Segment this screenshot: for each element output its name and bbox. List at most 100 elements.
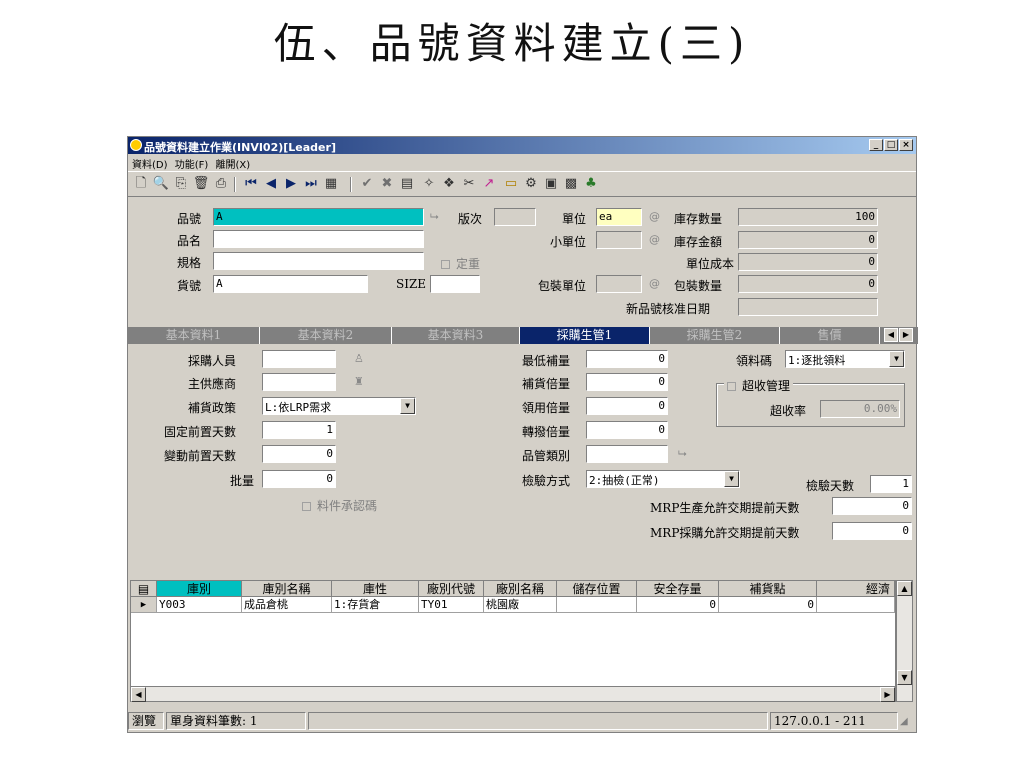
tab-purchase-1[interactable]: 採購生管1 xyxy=(520,327,650,344)
column-header[interactable]: 補貨點 xyxy=(719,581,817,597)
fixed-weight-checkbox[interactable]: 定重 xyxy=(441,255,480,272)
var-lead-field[interactable]: 0 xyxy=(262,445,336,463)
small-unit-lookup-icon[interactable]: @ xyxy=(649,233,660,246)
scroll-up-icon[interactable]: ▲ xyxy=(897,581,912,596)
link-icon[interactable]: ❖ xyxy=(440,175,458,193)
mrp-prod-field[interactable]: 0 xyxy=(832,497,912,515)
new-icon[interactable]: 🗋 xyxy=(132,175,150,193)
scroll-down-icon[interactable]: ▼ xyxy=(897,670,912,685)
unit-field[interactable]: ea xyxy=(596,208,642,226)
table-cell[interactable]: 0 xyxy=(719,597,817,613)
scroll-right-icon[interactable]: ▶ xyxy=(880,687,895,702)
tab-basic-1[interactable]: 基本資料1 xyxy=(128,327,260,344)
transfer-multiple-field[interactable]: 0 xyxy=(586,421,668,439)
column-header[interactable]: 安全存量 xyxy=(637,581,719,597)
minimize-button[interactable]: _ xyxy=(869,139,883,151)
unit-lookup-icon[interactable]: @ xyxy=(649,210,660,223)
column-header[interactable]: 儲存位置 xyxy=(557,581,637,597)
user-icon[interactable]: ♣ xyxy=(582,175,600,193)
copy-icon[interactable]: ⎘ xyxy=(172,175,190,193)
cargo-no-field[interactable]: A xyxy=(213,275,368,293)
column-header[interactable]: 庫別 xyxy=(157,581,242,597)
table-cell[interactable]: Y003 xyxy=(157,597,242,613)
qc-category-field[interactable] xyxy=(586,445,668,463)
replenish-multiple-field[interactable]: 0 xyxy=(586,373,668,391)
settings-icon[interactable]: ⚙ xyxy=(522,175,540,193)
material-cert-checkbox[interactable]: 料件承認碼 xyxy=(302,497,377,514)
scissors-icon[interactable]: ✂ xyxy=(460,175,478,193)
inspection-method-select[interactable]: 2:抽檢(正常) ▼ xyxy=(586,470,740,488)
resize-grip-icon[interactable]: ◢ xyxy=(900,716,908,727)
column-header[interactable]: 庫性 xyxy=(332,581,419,597)
table-cell[interactable]: 成品倉桃 xyxy=(242,597,332,613)
chevron-down-icon[interactable]: ▼ xyxy=(400,398,415,414)
spec-field[interactable] xyxy=(213,252,424,270)
over-receive-checkbox[interactable]: 超收管理 xyxy=(724,377,794,394)
attachment-icon[interactable]: ▤ xyxy=(398,175,416,193)
report-icon[interactable]: ▣ xyxy=(542,175,560,193)
row-indicator-icon[interactable]: ▶ xyxy=(131,597,157,613)
menu-function[interactable]: 功能(F) xyxy=(175,154,209,171)
maximize-button[interactable]: □ xyxy=(884,139,898,151)
delete-icon[interactable]: 🗑 xyxy=(192,175,210,193)
scroll-left-icon[interactable]: ◀ xyxy=(131,687,146,702)
column-header[interactable]: 庫別名稱 xyxy=(242,581,332,597)
grid-corner-icon[interactable]: ▤ xyxy=(131,581,157,597)
chevron-down-icon[interactable]: ▼ xyxy=(889,351,904,367)
item-no-field[interactable]: A xyxy=(213,208,424,226)
column-header[interactable]: 廠別名稱 xyxy=(484,581,557,597)
query-icon[interactable]: 🔍 xyxy=(152,175,170,193)
menu-data[interactable]: 資料(D) xyxy=(132,154,168,171)
export-icon[interactable]: ▩ xyxy=(562,175,580,193)
size-field[interactable] xyxy=(430,275,480,293)
tab-purchase-2[interactable]: 採購生管2 xyxy=(650,327,780,344)
tab-scroll-right[interactable]: ▶ xyxy=(899,328,913,342)
item-name-field[interactable] xyxy=(213,230,424,248)
lookup-icon[interactable]: ⮡ xyxy=(430,210,439,224)
tab-scroll-left[interactable]: ◀ xyxy=(884,328,898,342)
table-cell[interactable]: 桃園廠 xyxy=(484,597,557,613)
table-cell[interactable] xyxy=(817,597,895,613)
menu-exit[interactable]: 離開(X) xyxy=(215,154,250,171)
supplier-icon[interactable]: ♜ xyxy=(354,375,364,388)
horizontal-scrollbar[interactable]: ◀ ▶ xyxy=(130,686,896,702)
close-button[interactable]: × xyxy=(899,139,913,151)
buyer-field[interactable] xyxy=(262,350,336,368)
vertical-scrollbar[interactable]: ▲ ▼ xyxy=(896,580,913,702)
tab-basic-3[interactable]: 基本資料3 xyxy=(392,327,520,344)
table-cell[interactable] xyxy=(557,597,637,613)
batch-field[interactable]: 0 xyxy=(262,470,336,488)
tools-icon[interactable]: ✧ xyxy=(420,175,438,193)
tab-price[interactable]: 售價 xyxy=(780,327,880,344)
issue-code-select[interactable]: 1:逐批領料 ▼ xyxy=(785,350,905,368)
fixed-lead-field[interactable]: 1 xyxy=(262,421,336,439)
table-cell[interactable]: 1:存貨倉 xyxy=(332,597,419,613)
tab-basic-2[interactable]: 基本資料2 xyxy=(260,327,392,344)
main-supplier-field[interactable] xyxy=(262,373,336,391)
table-cell[interactable]: TY01 xyxy=(419,597,484,613)
folder-icon[interactable]: ▭ xyxy=(502,175,520,193)
mrp-purch-field[interactable]: 0 xyxy=(832,522,912,540)
last-record-icon[interactable]: ⏭ xyxy=(302,175,320,193)
inspection-days-field[interactable]: 1 xyxy=(870,475,912,493)
confirm-icon[interactable]: ✔ xyxy=(358,175,376,193)
pack-unit-label: 包裝單位 xyxy=(538,279,587,293)
browse-icon[interactable]: ▦ xyxy=(322,175,340,193)
first-record-icon[interactable]: ⏮ xyxy=(242,175,260,193)
chevron-down-icon[interactable]: ▼ xyxy=(724,471,739,487)
column-header[interactable]: 經濟 xyxy=(817,581,895,597)
spec-label: 規格 xyxy=(177,256,202,270)
prev-record-icon[interactable]: ◀ xyxy=(262,175,280,193)
cancel-icon[interactable]: ✖ xyxy=(378,175,396,193)
min-replenish-field[interactable]: 0 xyxy=(586,350,668,368)
lookup-icon[interactable]: ⮡ xyxy=(678,447,687,461)
issue-multiple-field[interactable]: 0 xyxy=(586,397,668,415)
table-cell[interactable]: 0 xyxy=(637,597,719,613)
next-record-icon[interactable]: ▶ xyxy=(282,175,300,193)
person-icon[interactable]: ♙ xyxy=(354,352,364,365)
replenish-policy-select[interactable]: L:依LRP需求 ▼ xyxy=(262,397,416,415)
print-icon[interactable]: ⎙ xyxy=(212,175,230,193)
chart-icon[interactable]: ↗ xyxy=(480,175,498,193)
pack-unit-lookup-icon[interactable]: @ xyxy=(649,277,660,290)
column-header[interactable]: 廠別代號 xyxy=(419,581,484,597)
